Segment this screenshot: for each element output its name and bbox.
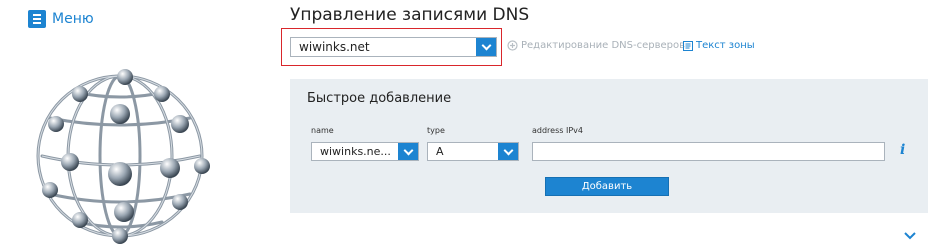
quick-add-title: Быстрое добавление — [307, 91, 452, 106]
chevron-down-icon[interactable] — [398, 143, 418, 160]
name-select[interactable]: wiwinks.ne... — [311, 142, 419, 161]
document-icon — [683, 40, 693, 51]
menu-label: Меню — [52, 11, 94, 27]
type-select-value: A — [436, 145, 444, 158]
name-select-value: wiwinks.ne... — [320, 145, 391, 158]
dns-servers-edit-label: Редактирование DNS-серверов — [521, 40, 685, 51]
network-globe-image — [36, 69, 210, 244]
name-label: name — [311, 126, 334, 135]
page-title: Управление записями DNS — [290, 5, 530, 25]
type-label: type — [427, 126, 445, 135]
info-icon[interactable]: i — [900, 142, 905, 158]
chevron-down-icon[interactable] — [904, 232, 916, 240]
ipv4-label: address IPv4 — [532, 126, 583, 135]
chevron-down-icon[interactable] — [476, 38, 496, 56]
ipv4-address-input[interactable] — [532, 142, 885, 161]
zone-text-link[interactable]: Текст зоны — [683, 40, 755, 51]
add-record-button[interactable]: Добавить — [545, 177, 669, 196]
domain-select[interactable]: wiwinks.net — [290, 37, 497, 57]
type-select[interactable]: A — [427, 142, 519, 161]
domain-select-value: wiwinks.net — [299, 40, 370, 54]
quick-add-panel: Быстрое добавление name type address IPv… — [290, 79, 928, 213]
chevron-down-icon[interactable] — [498, 143, 518, 160]
hamburger-icon — [28, 10, 46, 28]
menu-button[interactable]: Меню — [28, 10, 94, 28]
zone-text-label: Текст зоны — [696, 40, 755, 51]
dns-servers-edit-link[interactable]: Редактирование DNS-серверов — [507, 40, 685, 51]
servers-icon — [507, 40, 518, 51]
